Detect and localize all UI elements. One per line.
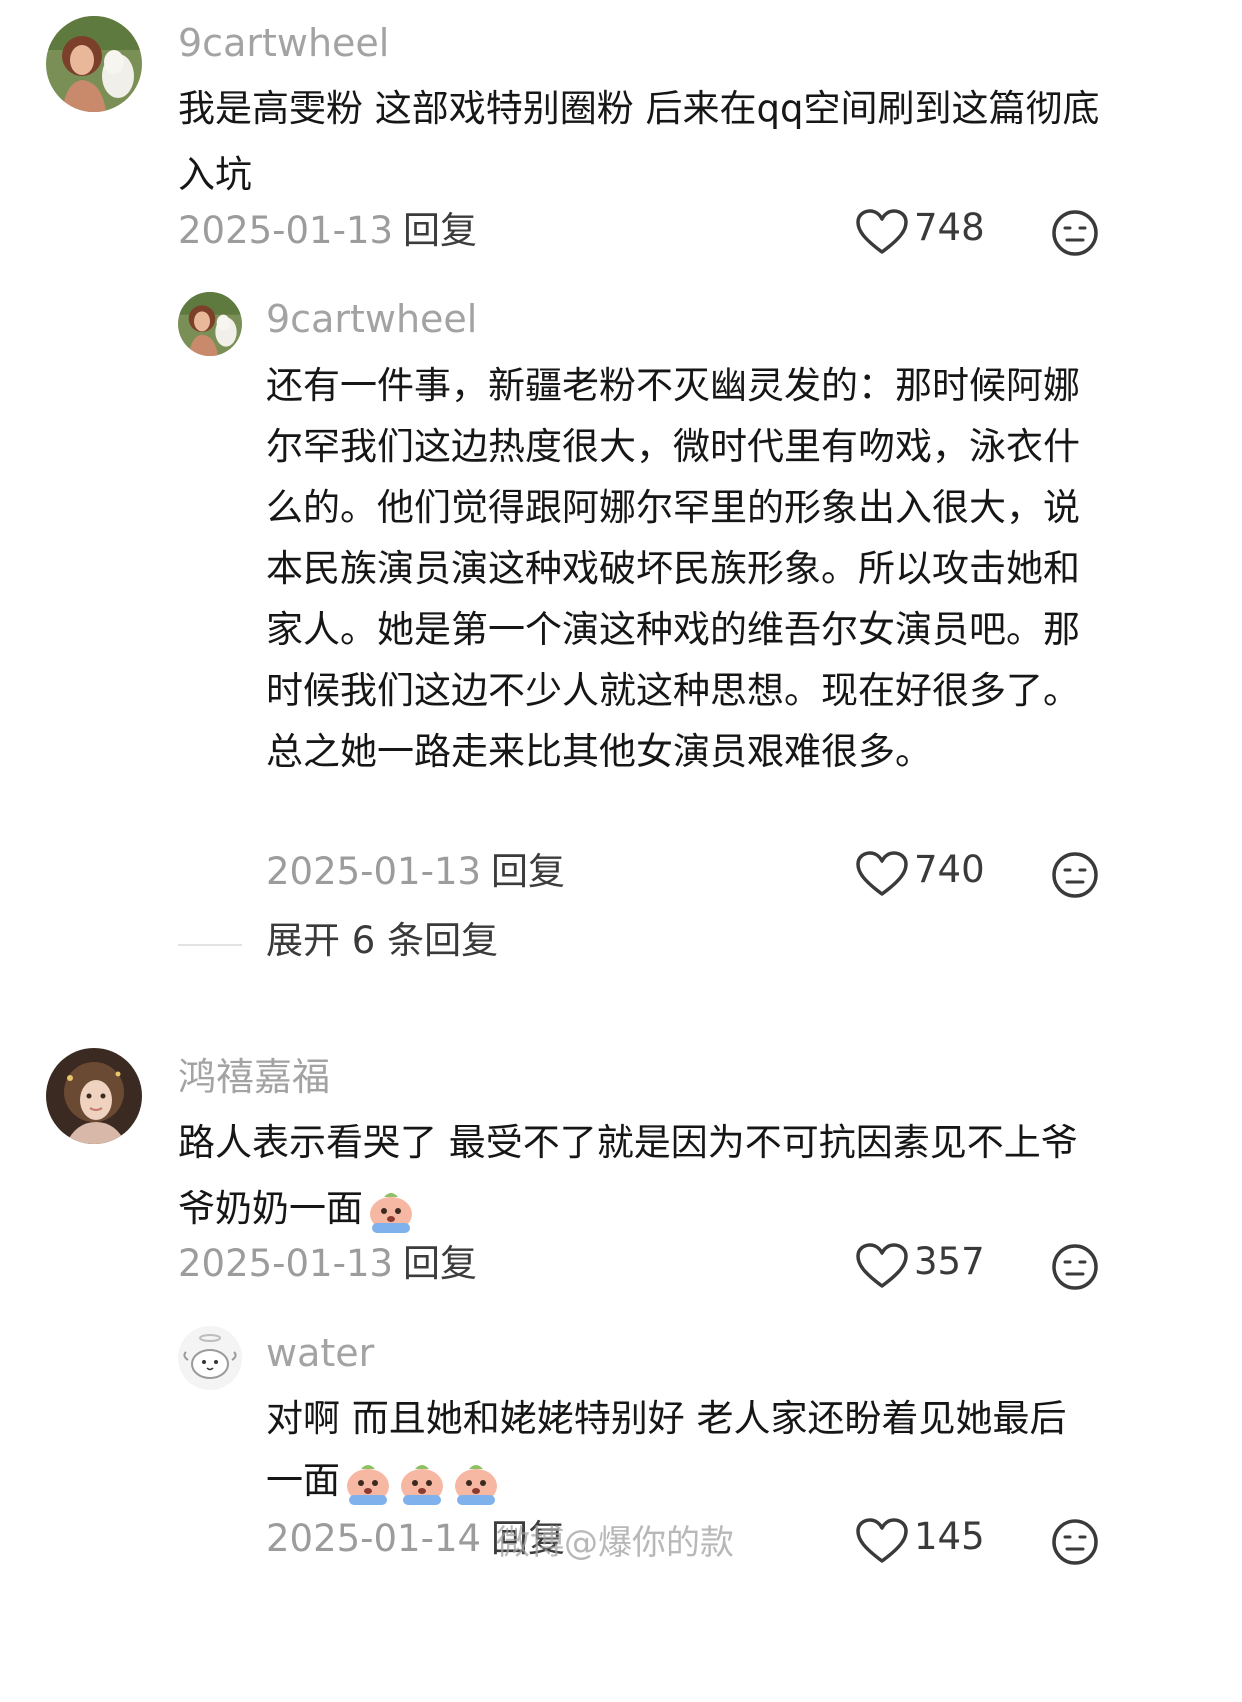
like-heart-icon[interactable] <box>855 208 909 256</box>
like-count: 357 <box>914 1240 985 1283</box>
like-count: 748 <box>914 206 985 249</box>
watermark: 微博@爆你的款 <box>496 1523 734 1563</box>
like-heart-icon[interactable] <box>855 850 909 898</box>
expand-replies-button[interactable]: 展开 6 条回复 <box>266 922 498 959</box>
like-count: 145 <box>914 1515 985 1558</box>
reply-button[interactable]: 回复 <box>403 212 477 249</box>
comment-text-body: 路人表示看哭了 最受不了就是因为不可抗因素见不上爷爷奶奶一面 <box>178 1121 1078 1230</box>
like-heart-icon[interactable] <box>855 1517 909 1565</box>
username[interactable]: 9cartwheel <box>266 300 477 338</box>
dislike-face-icon[interactable] <box>1050 1242 1100 1292</box>
dislike-face-icon[interactable] <box>1050 208 1100 258</box>
avatar[interactable] <box>178 1326 242 1390</box>
comment-date: 2025-01-13 <box>178 209 394 252</box>
crying-face-emoji-icon <box>365 1185 417 1237</box>
comment-date: 2025-01-14 <box>266 1517 482 1560</box>
username[interactable]: water <box>266 1334 374 1372</box>
avatar[interactable] <box>46 16 142 112</box>
avatar[interactable] <box>178 292 242 356</box>
crying-face-emoji-icon <box>450 1457 502 1509</box>
avatar[interactable] <box>46 1048 142 1144</box>
crying-face-emoji-icon <box>396 1457 448 1509</box>
reply-button[interactable]: 回复 <box>491 853 565 890</box>
username[interactable]: 9cartwheel <box>178 24 389 62</box>
dislike-face-icon[interactable] <box>1050 1517 1100 1567</box>
dislike-face-icon[interactable] <box>1050 850 1100 900</box>
comment-text: 我是高雯粉 这部戏特别圈粉 后来在qq空间刷到这篇彻底入坑 <box>178 87 1100 196</box>
like-heart-icon[interactable] <box>855 1242 909 1290</box>
crying-face-emoji-icon <box>342 1457 394 1509</box>
reply-button[interactable]: 回复 <box>403 1245 477 1282</box>
comment-text: 路人表示看哭了 最受不了就是因为不可抗因素见不上爷爷奶奶一面 <box>178 1110 1108 1242</box>
username[interactable]: 鸿禧嘉福 <box>178 1058 330 1096</box>
comment-text: 还有一件事，新疆老粉不灭幽灵发的：那时候阿娜尔罕我们这边热度很大，微时代里有吻戏… <box>266 364 1080 773</box>
like-count: 740 <box>914 848 985 891</box>
comment-text: 对啊 而且她和姥姥特别好 老人家还盼着见她最后一面 <box>266 1388 1102 1512</box>
expand-divider <box>178 944 242 946</box>
comment-date: 2025-01-13 <box>178 1242 394 1285</box>
comment-date: 2025-01-13 <box>266 850 482 893</box>
